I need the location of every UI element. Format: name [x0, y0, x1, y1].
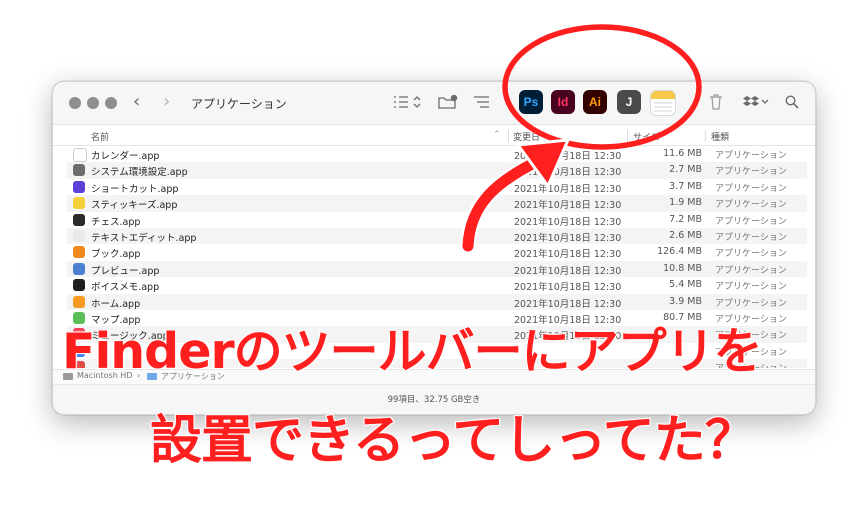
table-row[interactable]: チェス.app 2021年10月18日 12:30 7.2 MB アプリケーション: [67, 212, 807, 228]
file-kind: アプリケーション: [715, 216, 787, 227]
zoom-window-button[interactable]: [105, 97, 117, 109]
minimize-window-button[interactable]: [87, 97, 99, 109]
column-header: 名前 ⌃ 変更日 サイズ 種類: [53, 125, 815, 146]
file-date: 2021年10月18日 12:30: [514, 167, 622, 179]
view-options-button[interactable]: [393, 93, 423, 111]
file-kind: アプリケーション: [715, 200, 787, 211]
file-kind: アプリケーション: [715, 183, 787, 194]
shortcuts-icon: [73, 180, 85, 193]
file-name: システム環境設定.app: [91, 167, 188, 179]
file-kind: アプリケーション: [715, 232, 787, 243]
file-name: ショートカット.app: [91, 183, 179, 195]
file-date: 2021年10月18日 12:30: [514, 249, 622, 261]
file-size: 7.2 MB: [669, 213, 702, 225]
file-size: 2.7 MB: [669, 164, 702, 176]
file-date: 2021年10月18日 12:30: [514, 265, 622, 277]
jedit-app-button[interactable]: J: [617, 90, 641, 114]
back-button[interactable]: ‹: [133, 91, 140, 112]
file-kind: アプリケーション: [715, 151, 787, 161]
window-title: アプリケーション: [191, 97, 287, 111]
forward-button[interactable]: ›: [163, 91, 170, 112]
file-kind: アプリケーション: [715, 265, 787, 276]
stickies-icon: [73, 197, 85, 210]
group-list-icon: [474, 96, 489, 108]
search-icon: [785, 95, 799, 109]
trash-icon: [710, 94, 722, 110]
file-kind: アプリケーション: [715, 167, 787, 178]
file-kind: アプリケーション: [715, 298, 787, 309]
table-row[interactable]: テキストエディット.app 2021年10月18日 12:30 2.6 MB アプリケ…: [67, 227, 807, 245]
sort-indicator: ⌃: [493, 130, 501, 140]
close-window-button[interactable]: [69, 97, 81, 109]
table-row[interactable]: ブック.app 2021年10月18日 12:30 126.4 MB アプリケーション: [67, 244, 807, 260]
file-name: プレビュー.app: [91, 265, 160, 277]
chess-icon: [73, 213, 85, 226]
table-row[interactable]: ボイスメモ.app 2021年10月18日 12:30 5.4 MB アプリケーション: [67, 277, 807, 293]
books-icon: [73, 246, 85, 259]
file-name: ホーム.app: [91, 298, 141, 310]
table-row[interactable]: プレビュー.app 2021年10月18日 12:30 10.8 MB アプリケーショ…: [67, 260, 807, 278]
headline-line2: 設置できるってしってた？: [149, 410, 758, 472]
photoshop-app-button[interactable]: Ps: [519, 90, 543, 114]
column-size[interactable]: サイズ: [633, 130, 660, 143]
file-size: 5.4 MB: [669, 279, 702, 291]
file-date: 2021年10月18日 12:30: [514, 216, 622, 228]
folder-plus-icon: [438, 94, 458, 109]
file-date: 2021年10月18日 12:30: [514, 200, 622, 212]
trash-button[interactable]: [709, 93, 723, 111]
group-button[interactable]: [473, 93, 499, 111]
file-kind: アプリケーション: [715, 282, 787, 293]
calendar-icon: [73, 148, 87, 162]
search-button[interactable]: [785, 93, 799, 111]
file-name: チェス.app: [91, 216, 141, 228]
file-name: スティッキーズ.app: [91, 200, 178, 212]
headline-line1: Finderのツールバーにアプリを: [61, 322, 764, 381]
file-name: ボイスメモ.app: [91, 282, 160, 294]
file-name: カレンダー.app: [91, 151, 160, 162]
dropbox-icon: [743, 96, 769, 106]
file-size: 126.4 MB: [657, 246, 702, 258]
column-date[interactable]: 変更日: [513, 130, 540, 143]
indesign-app-button[interactable]: Id: [551, 90, 575, 114]
file-date: 2021年10月18日 12:30: [514, 232, 622, 244]
notes-icon: [651, 91, 675, 112]
file-kind: アプリケーション: [715, 249, 787, 260]
file-size: 2.6 MB: [669, 229, 702, 241]
file-date: 2021年10月18日 12:30: [514, 282, 622, 294]
column-kind[interactable]: 種類: [711, 130, 729, 143]
table-row[interactable]: ホーム.app 2021年10月18日 12:30 3.9 MB アプリケーション: [67, 293, 807, 310]
file-size: 10.8 MB: [663, 262, 702, 274]
toolbar: ‹ › アプリケーション Ps Id Ai J: [53, 82, 815, 125]
file-size: 11.6 MB: [663, 148, 702, 159]
file-name: ブック.app: [91, 249, 141, 261]
voice-memo-icon: [73, 279, 85, 292]
file-date: 2021年10月18日 12:30: [514, 183, 622, 195]
new-folder-button[interactable]: [437, 93, 459, 111]
illustrator-app-button[interactable]: Ai: [583, 90, 607, 114]
file-size: 3.9 MB: [669, 295, 702, 307]
table-row[interactable]: ショートカット.app 2021年10月18日 12:30 3.7 MB アプリケーシ…: [67, 179, 807, 195]
file-size: 1.9 MB: [669, 197, 702, 209]
notes-app-button[interactable]: [650, 90, 676, 116]
file-date: 2021年10月18日 12:30: [514, 151, 622, 162]
textedit-icon: [73, 229, 85, 242]
table-row[interactable]: スティッキーズ.app 2021年10月18日 12:30 1.9 MB アプリケーシ…: [67, 195, 807, 212]
file-name: テキストエディット.app: [91, 232, 197, 244]
gear-icon: [73, 164, 85, 177]
file-size: 3.7 MB: [669, 180, 702, 192]
home-icon: [73, 295, 85, 308]
file-date: 2021年10月18日 12:30: [514, 298, 622, 310]
column-name[interactable]: 名前: [91, 130, 109, 143]
preview-icon: [73, 262, 85, 275]
list-view-icon: [394, 96, 421, 108]
table-row[interactable]: カレンダー.app 2021年10月18日 12:30 11.6 MB アプリケーショ…: [67, 146, 807, 162]
table-row[interactable]: システム環境設定.app 2021年10月18日 12:30 2.7 MB アプリケー…: [67, 162, 807, 179]
dropbox-button[interactable]: [743, 93, 769, 111]
